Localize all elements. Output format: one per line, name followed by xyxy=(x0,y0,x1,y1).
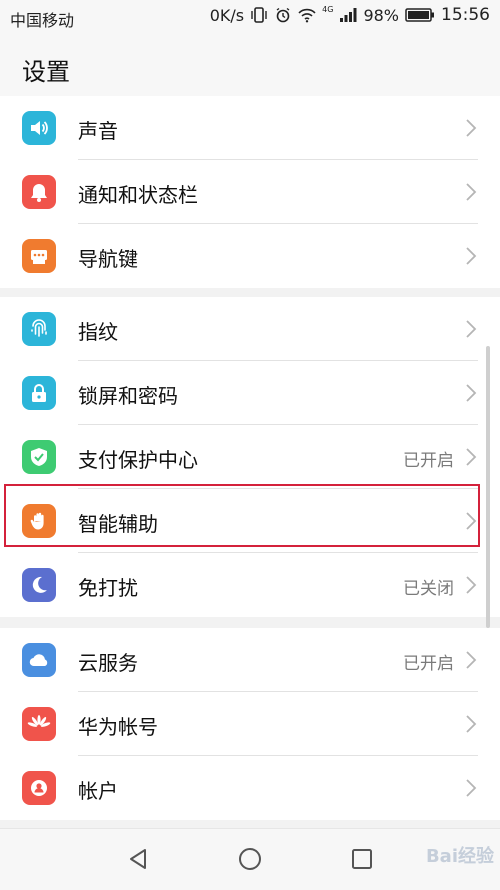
shield-check-icon xyxy=(22,440,56,474)
chevron-right-icon xyxy=(466,247,477,265)
chevron-right-icon xyxy=(466,576,477,594)
watermark: Bai经验 xyxy=(425,846,494,867)
highlight-box xyxy=(4,484,480,547)
chevron-right-icon xyxy=(466,779,477,797)
settings-item-sound[interactable]: 声音 xyxy=(0,96,500,160)
settings-item-notifications[interactable]: 通知和状态栏 xyxy=(0,160,500,224)
settings-item-label: 华为帐号 xyxy=(78,715,158,739)
scrollbar[interactable] xyxy=(486,346,490,628)
battery-icon xyxy=(405,8,434,22)
status-icons: 0K/s 4G 98% 15:56 xyxy=(209,4,490,26)
chevron-right-icon xyxy=(466,183,477,201)
settings-item-lock-screen[interactable]: 锁屏和密码 xyxy=(0,361,500,425)
home-icon[interactable] xyxy=(236,845,264,873)
settings-item-label: 免打扰 xyxy=(78,576,138,600)
carrier-name: 中国移动 xyxy=(10,11,75,30)
settings-group-1: 声音 通知和状态栏 导航键 xyxy=(0,96,500,288)
chevron-right-icon xyxy=(466,448,477,466)
settings-item-navigation-key[interactable]: 导航键 xyxy=(0,224,500,288)
settings-item-label: 云服务 xyxy=(78,651,138,675)
clock: 15:56 xyxy=(441,5,490,25)
chevron-right-icon xyxy=(466,320,477,338)
status-text: 已开启 xyxy=(403,451,454,471)
cloud-icon xyxy=(22,643,56,677)
chevron-right-icon xyxy=(466,119,477,137)
status-text: 已开启 xyxy=(403,654,454,674)
bell-icon xyxy=(22,175,56,209)
settings-item-label: 锁屏和密码 xyxy=(78,384,178,408)
chevron-right-icon xyxy=(466,384,477,402)
chevron-right-icon xyxy=(466,715,477,733)
signal-icon xyxy=(340,8,357,22)
network-type: 4G xyxy=(322,4,334,14)
moon-icon xyxy=(22,568,56,602)
settings-item-do-not-disturb[interactable]: 免打扰 已关闭 xyxy=(0,553,500,617)
vibrate-icon xyxy=(251,7,267,23)
speaker-icon xyxy=(22,111,56,145)
lock-icon xyxy=(22,376,56,410)
back-icon[interactable] xyxy=(125,845,153,873)
settings-item-label: 声音 xyxy=(78,119,118,143)
settings-group-3: 云服务 已开启 华为帐号 帐户 xyxy=(0,628,500,820)
settings-item-label: 帐户 xyxy=(78,779,118,803)
network-speed: 0K/s xyxy=(209,5,245,25)
settings-item-label: 支付保护中心 xyxy=(78,448,198,472)
wifi-icon xyxy=(298,8,316,23)
chevron-right-icon xyxy=(466,651,477,669)
settings-item-label: 通知和状态栏 xyxy=(78,183,198,207)
settings-group-2: 指纹 锁屏和密码 支付保护中心 已开启 智能辅助 免打扰 已关闭 xyxy=(0,297,500,617)
battery-percent: 98% xyxy=(363,5,399,25)
status-bar: 中国移动 0K/s 4G 98% 15:56 xyxy=(0,0,500,34)
page-header: 设置 xyxy=(0,34,500,99)
person-icon xyxy=(22,771,56,805)
settings-item-payment-protection[interactable]: 支付保护中心 已开启 xyxy=(0,425,500,489)
settings-item-fingerprint[interactable]: 指纹 xyxy=(0,297,500,361)
alarm-icon xyxy=(276,7,290,23)
status-text: 已关闭 xyxy=(403,579,454,599)
settings-item-accounts[interactable]: 帐户 xyxy=(0,756,500,820)
settings-item-label: 导航键 xyxy=(78,247,138,271)
navigation-key-icon xyxy=(22,239,56,273)
recents-icon[interactable] xyxy=(348,845,376,873)
settings-item-huawei-account[interactable]: 华为帐号 xyxy=(0,692,500,756)
settings-item-cloud[interactable]: 云服务 已开启 xyxy=(0,628,500,692)
page-title: 设置 xyxy=(22,58,70,86)
huawei-logo-icon xyxy=(22,707,56,741)
fingerprint-icon xyxy=(22,312,56,346)
settings-item-label: 指纹 xyxy=(78,320,118,344)
